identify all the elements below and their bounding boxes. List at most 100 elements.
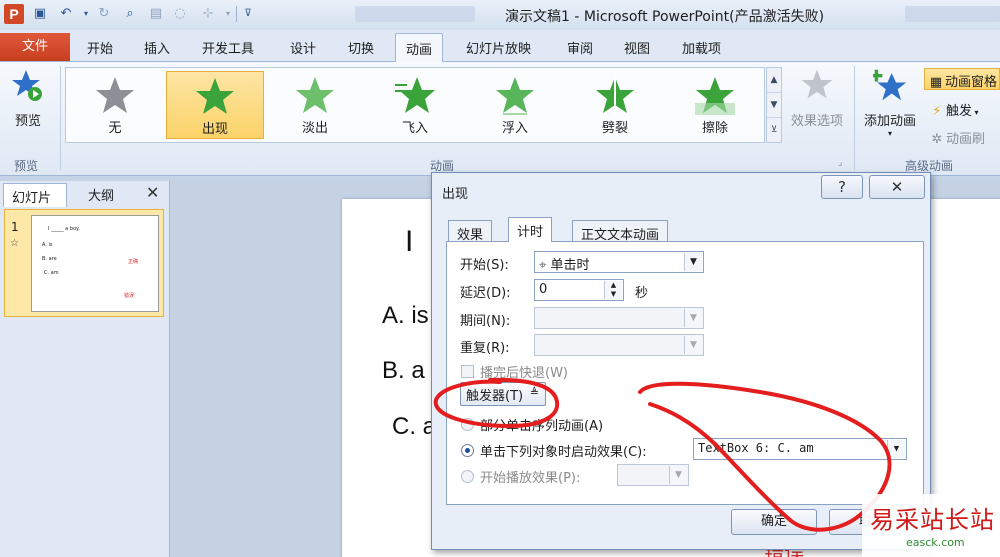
title-bar: P ▣ ↶ ▾ ↻ ⌕ ▤ ◌ ⊹ ▾ ⊽ 演示文稿1 - Microsoft … — [0, 0, 1000, 30]
dialog-tab-effect[interactable]: 效果 — [448, 220, 493, 243]
find-icon[interactable]: ⌕ — [122, 6, 138, 22]
preview-button[interactable]: 预览 — [6, 68, 50, 129]
add-animation-label: 添加动画 — [863, 114, 916, 129]
animation-label: 浮入 — [501, 121, 528, 136]
watermark: 易采站长站 easck.com — [862, 494, 1000, 557]
animation-fade[interactable]: 淡出 — [266, 71, 364, 139]
tab-view[interactable]: 视图 — [624, 38, 650, 57]
start-select[interactable]: ⌖ 单击时 ▼ — [534, 251, 704, 273]
chevron-down-icon: ▼ — [684, 309, 702, 327]
close-pane-icon[interactable]: ✕ — [146, 183, 159, 202]
dialog-tab-timing[interactable]: 计时 — [508, 217, 553, 242]
animation-label: 无 — [108, 121, 122, 136]
gallery-more-icon[interactable]: ⊻ — [767, 118, 781, 143]
delay-value: 0 — [539, 282, 548, 297]
preview-label: 预览 — [14, 114, 41, 129]
animation-pane-button[interactable]: ▦ 动画窗格 — [924, 68, 1000, 90]
close-dialog-button[interactable]: ✕ — [869, 175, 925, 199]
chevron-down-icon: ▼ — [887, 440, 905, 458]
animation-appear[interactable]: 出现 — [166, 71, 264, 139]
background-window-ghost — [355, 6, 475, 22]
transform-dropdown-icon[interactable]: ▾ — [220, 6, 236, 22]
radio-part-of-sequence-label: 部分单击序列动画(A) — [480, 419, 604, 434]
collapse-up-icon: ≜ — [529, 386, 539, 399]
play-bookmark-select[interactable]: ▼ — [617, 464, 689, 486]
format-painter-icon[interactable]: ◌ — [172, 6, 188, 22]
animation-none[interactable]: 无 — [66, 71, 164, 139]
animation-fly-in[interactable]: 飞入 — [366, 71, 464, 139]
tab-developer[interactable]: 开发工具 — [202, 38, 254, 57]
trigger-button[interactable]: ⚡ 触发 ▾ — [928, 100, 978, 119]
tab-slides[interactable]: 幻灯片 — [3, 183, 67, 207]
slide-thumbnail-1[interactable]: 1 ☆ I _____ a boy. A. is B. are C. am 正确… — [4, 209, 164, 317]
star-none-icon — [96, 77, 134, 113]
help-button[interactable]: ? — [821, 175, 863, 199]
chevron-down-icon: ▼ — [684, 253, 702, 271]
repeat-label: 重复(R): — [460, 341, 510, 356]
thumb-text: A. is — [42, 242, 53, 248]
slide-option-a[interactable]: A. is — [382, 302, 429, 330]
radio-start-on-play[interactable] — [461, 470, 474, 483]
slide-question-text[interactable]: I — [405, 225, 413, 259]
gallery-scroll-up-icon[interactable]: ▲ — [767, 68, 781, 93]
tab-home[interactable]: 开始 — [87, 38, 113, 57]
radio-part-of-sequence[interactable] — [461, 418, 474, 431]
customize-toolbar-icon[interactable]: ⊽ — [240, 6, 256, 22]
effect-options-button[interactable]: 效果选项 — [784, 68, 850, 129]
duration-label: 期间(N): — [460, 314, 511, 329]
gallery-scroller[interactable]: ▲ ▼ ⊻ — [766, 67, 782, 143]
animation-painter-button[interactable]: ✲ 动画刷 — [928, 128, 985, 147]
lightning-icon: ⚡ — [932, 104, 942, 119]
triggers-toggle-button[interactable]: 触发器(T) ≜ — [460, 382, 546, 406]
repeat-select[interactable]: ▼ — [534, 334, 704, 356]
thumb-text: 错误 — [124, 293, 135, 299]
slide-option-c[interactable]: C. a — [392, 413, 436, 441]
trigger-object-select[interactable]: TextBox 6: C. am ▼ — [693, 438, 907, 460]
radio-start-on-click[interactable] — [461, 444, 474, 457]
gallery-scroll-down-icon[interactable]: ▼ — [767, 93, 781, 118]
thumb-text: I _____ a boy. — [48, 226, 80, 232]
slide-option-b[interactable]: B. a — [382, 357, 425, 385]
ok-button[interactable]: 确定 — [731, 509, 817, 535]
spinner-arrows-icon[interactable]: ▲ ▼ — [604, 281, 622, 299]
radio-start-on-play-label: 开始播放效果(P): — [480, 471, 581, 486]
animation-pane-icon: ▦ — [929, 75, 943, 90]
animation-pane-label: 动画窗格 — [945, 75, 998, 90]
animation-dialog-launcher-icon[interactable]: ⌟ — [838, 158, 842, 168]
chevron-down-icon: ▼ — [684, 336, 702, 354]
delay-spinner[interactable]: 0 ▲ ▼ — [534, 279, 624, 301]
slide-thumbnail-image: I _____ a boy. A. is B. are C. am 正确 错误 — [31, 215, 159, 312]
star-float-in-icon — [496, 77, 534, 115]
tab-design[interactable]: 设计 — [290, 38, 316, 57]
animation-label: 出现 — [201, 122, 228, 137]
transform-icon[interactable]: ⊹ — [200, 6, 216, 22]
triggers-label: 触发器(T) — [466, 389, 524, 404]
rewind-checkbox[interactable] — [461, 365, 474, 378]
undo-dropdown-icon[interactable]: ▾ — [78, 6, 94, 22]
slides-pane: 幻灯片 大纲 ✕ 1 ☆ I _____ a boy. A. is B. are… — [0, 181, 170, 557]
tab-slideshow[interactable]: 幻灯片放映 — [466, 38, 531, 57]
dialog-tab-text-animation[interactable]: 正文文本动画 — [572, 220, 669, 243]
add-animation-button[interactable]: 添加动画 ▾ — [858, 68, 922, 138]
tab-insert[interactable]: 插入 — [144, 38, 170, 57]
tab-addins[interactable]: 加载项 — [682, 38, 721, 57]
dialog-title: 出现 — [442, 187, 469, 202]
tab-file[interactable]: 文件 — [0, 33, 70, 61]
animation-wipe[interactable]: 擦除 — [666, 71, 764, 139]
star-appear-icon — [196, 78, 234, 114]
animation-label: 劈裂 — [601, 121, 628, 136]
tab-review[interactable]: 审阅 — [567, 38, 593, 57]
redo-icon[interactable]: ↻ — [96, 6, 112, 22]
add-animation-star-icon — [873, 69, 907, 101]
duration-select[interactable]: ▼ — [534, 307, 704, 329]
undo-icon[interactable]: ↶ — [58, 6, 74, 22]
effect-options-label: 效果选项 — [790, 114, 843, 129]
paste-icon[interactable]: ▤ — [148, 6, 164, 22]
save-icon[interactable]: ▣ — [32, 6, 48, 22]
tab-transitions[interactable]: 切换 — [348, 38, 374, 57]
tab-outline[interactable]: 大纲 — [88, 185, 114, 204]
star-fly-in-icon — [395, 77, 435, 113]
animation-split[interactable]: 劈裂 — [566, 71, 664, 139]
tab-animations[interactable]: 动画 — [395, 33, 444, 63]
animation-float-in[interactable]: 浮入 — [466, 71, 564, 139]
